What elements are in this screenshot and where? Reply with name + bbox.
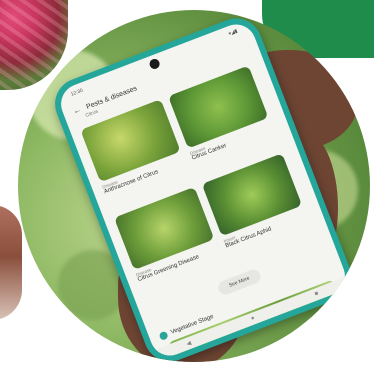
- back-arrow-icon[interactable]: ←: [72, 105, 83, 116]
- card-3[interactable]: Disease Citrus Greening Disease: [114, 186, 224, 294]
- stage-icon: [158, 330, 169, 341]
- status-icons: ▾◢▮: [227, 28, 239, 38]
- card-1[interactable]: Disease Anthracnose of Citrus: [80, 99, 190, 206]
- home-nav-icon[interactable]: ●: [250, 315, 256, 322]
- see-more-button[interactable]: See More: [216, 267, 263, 297]
- side-photo: [0, 205, 22, 320]
- back-nav-icon[interactable]: ◀: [185, 339, 192, 347]
- recents-nav-icon[interactable]: ■: [314, 291, 320, 298]
- card-2[interactable]: Disease Citrus Canker: [168, 65, 278, 172]
- android-nav-bar: ◀ ● ■: [154, 276, 351, 362]
- card-4[interactable]: Insect Black Citrus Aphid: [201, 153, 312, 260]
- status-time: 12:30: [70, 87, 84, 98]
- hero-photo: 12:30 ▾◢▮ ← Pests & diseases Citrus Dise…: [18, 10, 370, 362]
